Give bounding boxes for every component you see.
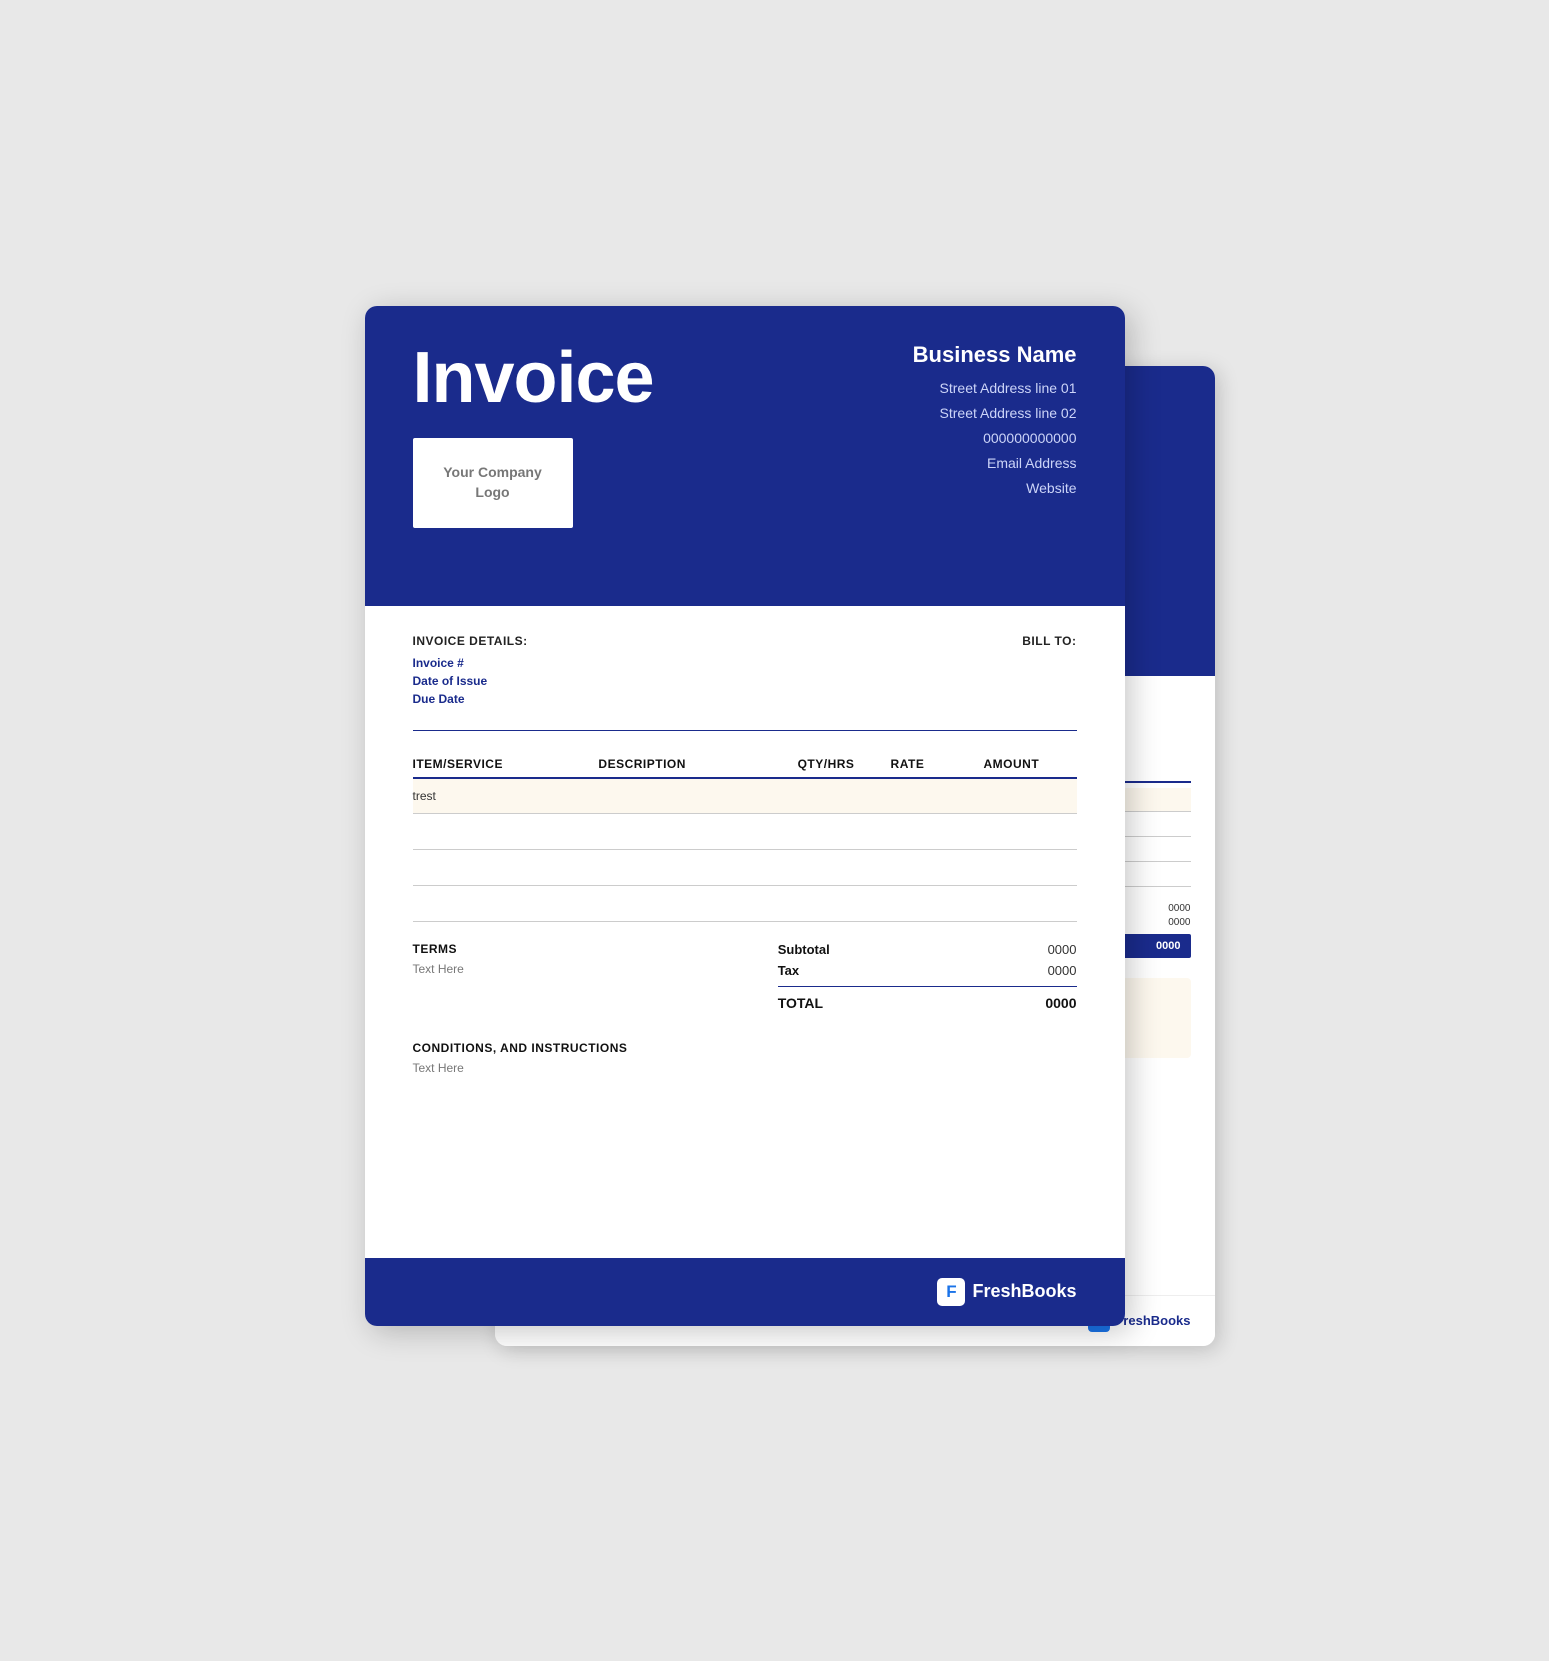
cell-desc (598, 778, 797, 814)
cell-amount (984, 778, 1077, 814)
logo-line2: Logo (475, 484, 509, 500)
address-line2: Street Address line 02 (913, 401, 1077, 426)
cell-desc (598, 814, 797, 850)
date-issue-label: Date of Issue (413, 674, 528, 688)
conditions-label: CONDITIONS, AND INSTRUCTIONS (413, 1041, 1077, 1055)
tax-row: Tax 0000 (778, 963, 1077, 978)
due-date-label: Due Date (413, 692, 528, 706)
cell-qty (798, 778, 891, 814)
invoice-details-label: INVOICE DETAILS: (413, 634, 528, 648)
cell-qty (798, 814, 891, 850)
conditions-section: CONDITIONS, AND INSTRUCTIONS Text Here (413, 1041, 1077, 1075)
table-row (413, 850, 1077, 886)
cell-amount (984, 886, 1077, 922)
cell-rate (891, 778, 984, 814)
col-item-header: ITEM/SERVICE (413, 751, 599, 778)
logo-text: Your Company Logo (443, 463, 542, 502)
cell-item: trest (413, 778, 599, 814)
front-body: INVOICE DETAILS: Invoice # Date of Issue… (365, 606, 1125, 1104)
back-tax-value: 0000 (1168, 917, 1190, 928)
total-value: 0000 (1045, 995, 1076, 1011)
subtotal-row: Subtotal 0000 (778, 942, 1077, 957)
items-table: ITEM/SERVICE DESCRIPTION QTY/HRS RATE AM… (413, 751, 1077, 923)
terms-label: TERMS (413, 942, 712, 956)
business-details: Street Address line 01 Street Address li… (913, 376, 1077, 502)
address-line1: Street Address line 01 (913, 376, 1077, 401)
email: Email Address (913, 451, 1077, 476)
table-row (413, 814, 1077, 850)
cell-item (413, 850, 599, 886)
col-desc-header: DESCRIPTION (598, 751, 797, 778)
terms-totals-section: TERMS Text Here Subtotal 0000 Tax 0000 T… (413, 942, 1077, 1011)
cell-item (413, 814, 599, 850)
invoice-info-section: INVOICE DETAILS: Invoice # Date of Issue… (413, 634, 1077, 710)
website: Website (913, 476, 1077, 501)
cell-amount (984, 814, 1077, 850)
cell-qty (798, 850, 891, 886)
table-row (413, 886, 1077, 922)
logo-box: Your Company Logo (413, 438, 573, 528)
total-row: TOTAL 0000 (778, 995, 1077, 1011)
invoice-details-left: INVOICE DETAILS: Invoice # Date of Issue… (413, 634, 528, 710)
front-brand-name: FreshBooks (972, 1281, 1076, 1302)
invoice-scene: INVOICE DETAILS: Invoice # 0000 Date of … (365, 306, 1185, 1356)
cell-rate (891, 886, 984, 922)
back-total-value: 0000 (1156, 940, 1180, 952)
tax-label: Tax (778, 963, 799, 978)
tax-value: 0000 (1048, 963, 1077, 978)
cell-item (413, 886, 599, 922)
cell-desc (598, 850, 797, 886)
col-amount-header: AMOUNT (984, 751, 1077, 778)
terms-text: Text Here (413, 962, 712, 976)
phone: 000000000000 (913, 426, 1077, 451)
back-subtotal-value: 0000 (1168, 903, 1190, 914)
table-row: trest (413, 778, 1077, 814)
cell-desc (598, 886, 797, 922)
total-label: TOTAL (778, 995, 823, 1011)
section-divider (413, 730, 1077, 731)
terms-col: TERMS Text Here (413, 942, 712, 1011)
totals-divider (778, 986, 1077, 987)
front-header: Invoice Your Company Logo Business Name … (365, 306, 1125, 606)
freshbooks-logo-front: F FreshBooks (937, 1278, 1076, 1306)
totals-col: Subtotal 0000 Tax 0000 TOTAL 0000 (778, 942, 1077, 1011)
invoice-num-label: Invoice # (413, 656, 528, 670)
cell-qty (798, 886, 891, 922)
col-qty-header: QTY/HRS (798, 751, 891, 778)
header-right: Business Name Street Address line 01 Str… (913, 342, 1077, 502)
invoice-title: Invoice (413, 342, 654, 414)
freshbooks-icon-front: F (937, 1278, 965, 1306)
cell-rate (891, 850, 984, 886)
subtotal-label: Subtotal (778, 942, 830, 957)
table-header-row: ITEM/SERVICE DESCRIPTION QTY/HRS RATE AM… (413, 751, 1077, 778)
col-rate-header: RATE (891, 751, 984, 778)
back-brand-name: FreshBooks (1115, 1313, 1190, 1328)
header-left: Invoice Your Company Logo (413, 342, 654, 528)
front-footer: F FreshBooks (365, 1258, 1125, 1326)
invoice-front-card: Invoice Your Company Logo Business Name … (365, 306, 1125, 1326)
conditions-text: Text Here (413, 1061, 1077, 1075)
subtotal-value: 0000 (1048, 942, 1077, 957)
business-name: Business Name (913, 342, 1077, 368)
cell-amount (984, 850, 1077, 886)
cell-rate (891, 814, 984, 850)
bill-to-label: BILL TO: (1022, 634, 1076, 710)
logo-line1: Your Company (443, 464, 542, 480)
